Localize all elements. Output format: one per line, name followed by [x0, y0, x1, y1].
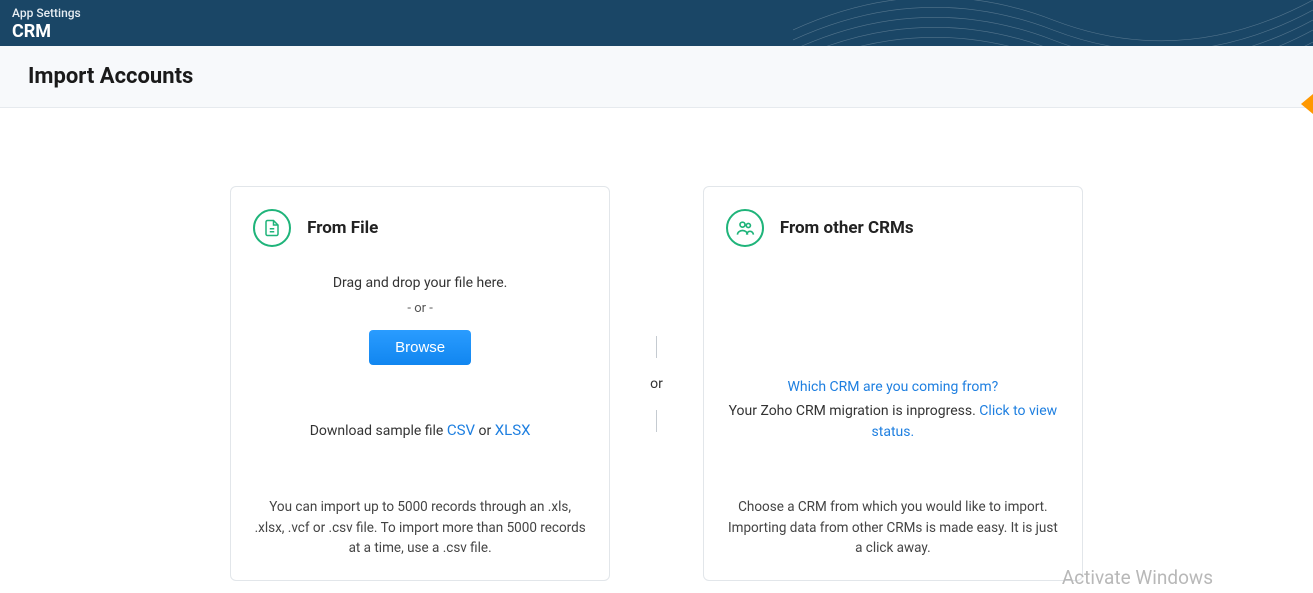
people-icon [726, 209, 764, 247]
from-other-crms-card[interactable]: From other CRMs Which CRM are you coming… [703, 186, 1083, 581]
divider-line-top [656, 336, 657, 358]
sample-prefix: Download sample file [310, 423, 447, 439]
windows-watermark: Activate Windows [1062, 566, 1213, 589]
from-other-footer: Choose a CRM from which you would like t… [726, 497, 1060, 558]
divider-or-label: or [650, 376, 663, 392]
or-separator-text: - or - [407, 301, 432, 316]
corner-help-tag[interactable] [1301, 94, 1313, 114]
browse-button[interactable]: Browse [369, 330, 471, 365]
from-file-card[interactable]: From File Drag and drop your file here. … [230, 186, 610, 581]
header-banner: App Settings CRM [0, 0, 1313, 46]
migration-status-text: Your Zoho CRM migration is inprogress. [729, 403, 980, 419]
page-title: Import Accounts [28, 64, 1285, 89]
from-file-footer: You can import up to 5000 records throug… [253, 497, 587, 558]
divider-line-bottom [656, 410, 657, 432]
main-content: From File Drag and drop your file here. … [0, 108, 1313, 581]
sample-or: or [475, 423, 495, 439]
drag-drop-text: Drag and drop your file here. [333, 275, 508, 291]
which-crm-link[interactable]: Which CRM are you coming from? [726, 379, 1060, 395]
file-icon [253, 209, 291, 247]
from-other-header: From other CRMs [726, 209, 1060, 247]
from-file-title: From File [307, 218, 378, 238]
subheader: Import Accounts [0, 46, 1313, 108]
xlsx-download-link[interactable]: XLSX [495, 421, 531, 439]
sample-file-line: Download sample file CSV or XLSX [310, 421, 531, 439]
from-file-header: From File [253, 209, 587, 247]
migration-status-line: Your Zoho CRM migration is inprogress. C… [726, 401, 1060, 443]
card-divider: or [650, 186, 663, 581]
csv-download-link[interactable]: CSV [447, 421, 475, 439]
from-other-title: From other CRMs [780, 218, 914, 238]
crm-question-block: Which CRM are you coming from? Your Zoho… [726, 379, 1060, 443]
